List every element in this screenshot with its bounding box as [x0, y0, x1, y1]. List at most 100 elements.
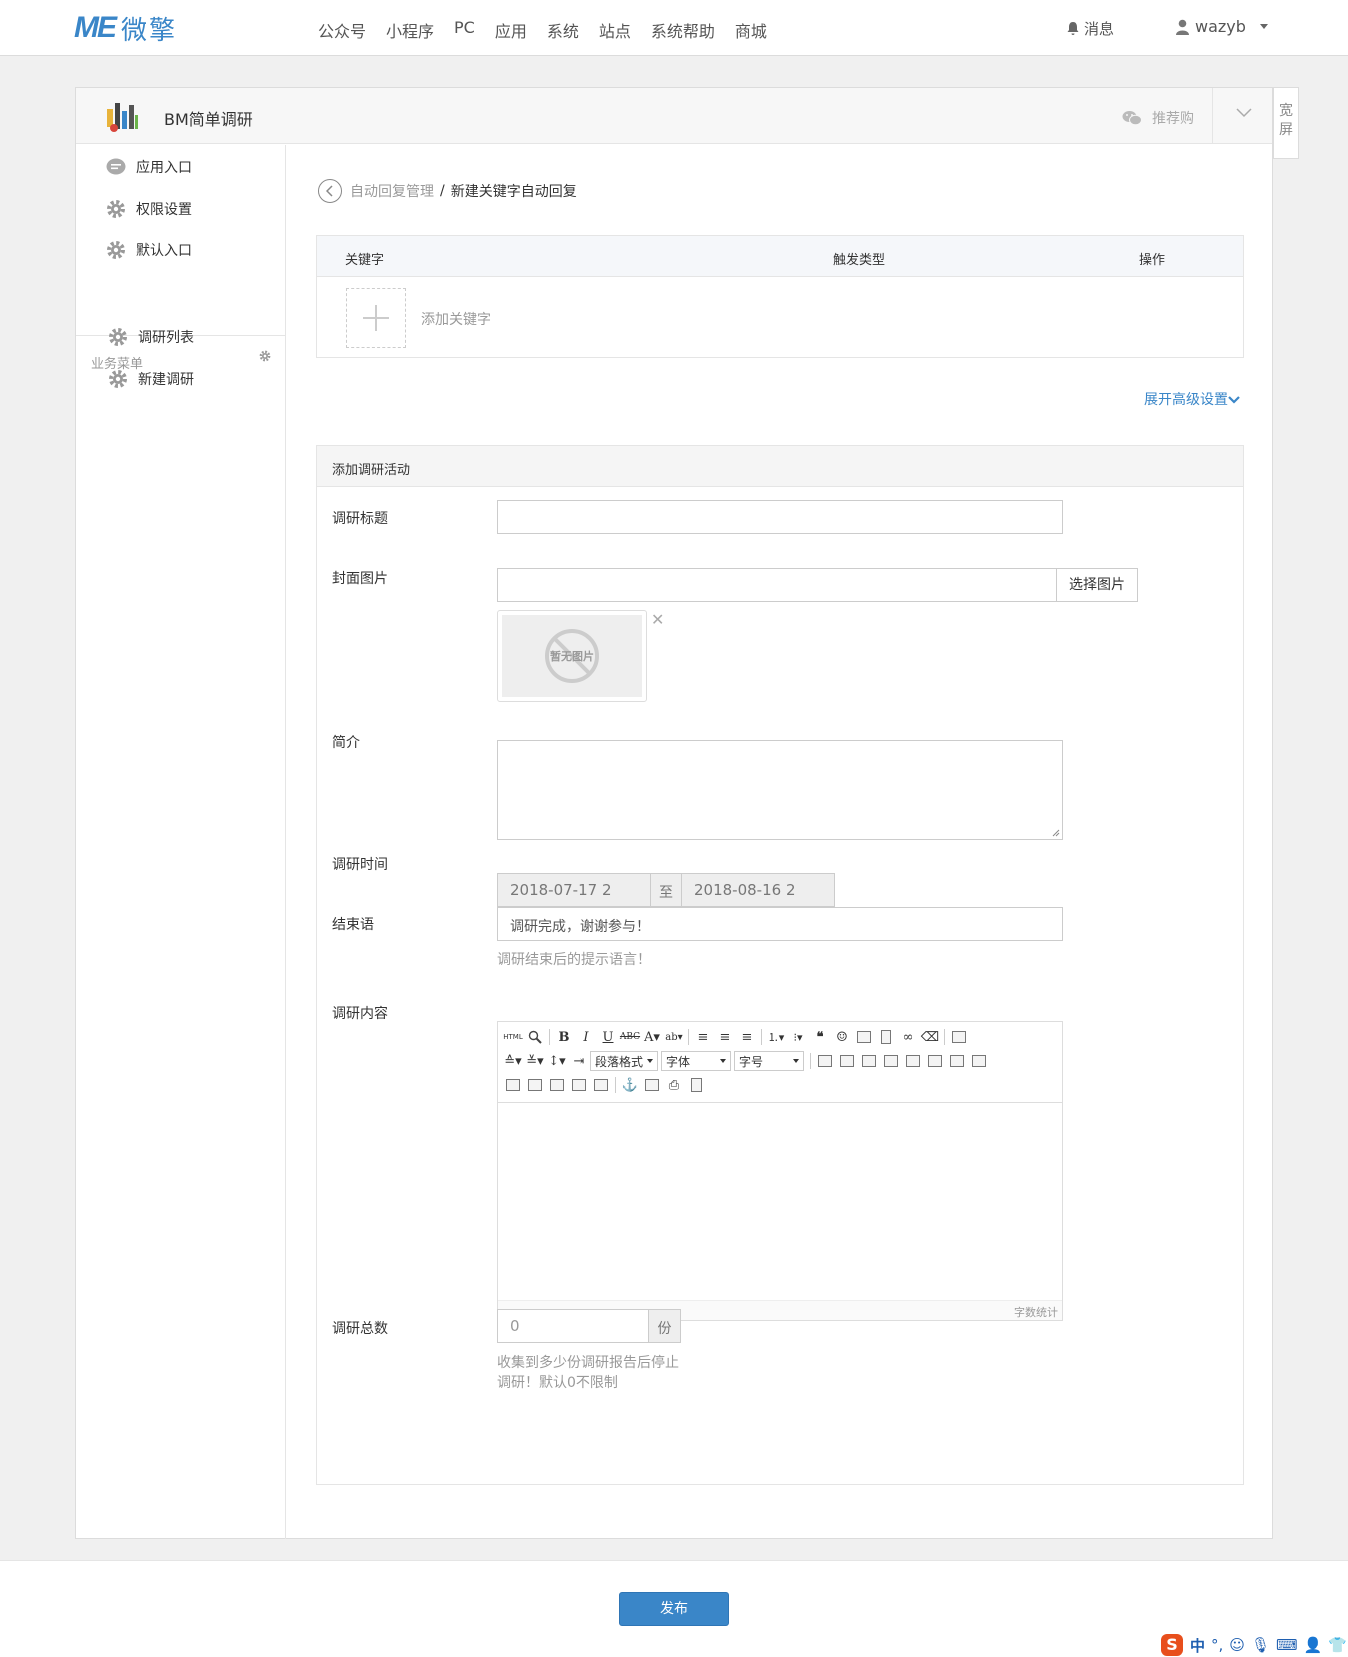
add-keyword-label[interactable]: 添加关键字	[421, 309, 491, 329]
survey-total-input[interactable]: 0	[498, 1310, 648, 1342]
split-cells-icon[interactable]	[546, 1075, 568, 1095]
resize-handle-icon[interactable]	[1052, 829, 1060, 837]
link-icon[interactable]: ∞	[897, 1027, 919, 1047]
user-icon	[1176, 19, 1189, 35]
nav-mall[interactable]: 商城	[735, 18, 767, 42]
strikethrough-icon[interactable]: ABC	[619, 1027, 641, 1047]
caret-down-icon	[1259, 24, 1268, 29]
choose-image-button[interactable]: 选择图片	[1056, 568, 1138, 602]
nav-sites[interactable]: 站点	[599, 18, 631, 42]
font-color-icon[interactable]: A▾	[641, 1027, 663, 1047]
user-icon[interactable]: 👤	[1304, 1636, 1323, 1654]
paste-icon[interactable]	[685, 1075, 707, 1095]
unordered-list-icon[interactable]: ⁝▾	[787, 1027, 809, 1047]
logo[interactable]: ME 微擎	[74, 11, 177, 46]
delete-table-icon[interactable]	[836, 1051, 858, 1071]
background-color-icon[interactable]: ab▾	[663, 1027, 685, 1047]
keyboard-icon[interactable]: ⌨	[1276, 1636, 1298, 1654]
row-spacing-top-icon[interactable]: ≙▾	[502, 1051, 524, 1071]
toolbar-separator	[761, 1029, 762, 1045]
align-center-icon[interactable]: ≡	[714, 1027, 736, 1047]
sidebar-item-default-entry[interactable]: 默认入口	[106, 240, 192, 260]
blockquote-icon[interactable]: ❝	[809, 1027, 831, 1047]
bold-icon[interactable]: B	[553, 1027, 575, 1047]
gear-icon	[109, 328, 127, 346]
chevron-down-icon[interactable]	[1235, 106, 1253, 118]
messages-link[interactable]: 消息	[1066, 18, 1114, 39]
close-icon[interactable]: ✕	[651, 610, 664, 629]
merge-down-icon[interactable]	[524, 1075, 546, 1095]
merge-right-icon[interactable]	[502, 1075, 524, 1095]
ime-logo[interactable]: S	[1161, 1634, 1183, 1656]
preview-icon[interactable]	[524, 1027, 546, 1047]
intro-textarea[interactable]	[497, 740, 1063, 840]
expand-advanced-link[interactable]: 展开高级设置	[1144, 389, 1240, 409]
split-columns-icon[interactable]	[590, 1075, 612, 1095]
microphone-icon[interactable]: 🎙	[1251, 1636, 1270, 1654]
ime-punctuation[interactable]: °,	[1211, 1636, 1223, 1654]
recommend-link[interactable]: 推荐购	[1122, 108, 1194, 128]
sidebar-item-app-entry[interactable]: 应用入口	[106, 157, 192, 177]
anchor-icon[interactable]: ⚓	[619, 1075, 641, 1095]
image-icon[interactable]	[853, 1027, 875, 1047]
ordered-list-icon[interactable]: ⒈▾	[765, 1027, 787, 1047]
sidebar-item-new-survey[interactable]: 新建调研	[108, 369, 194, 389]
align-left-icon[interactable]: ≡	[692, 1027, 714, 1047]
gear-icon[interactable]	[259, 350, 271, 362]
editor-content-area[interactable]	[498, 1103, 1062, 1293]
video-icon[interactable]	[875, 1027, 897, 1047]
survey-total-help-1: 收集到多少份调研报告后停止	[497, 1355, 679, 1371]
eraser-icon[interactable]: ⌫	[919, 1027, 941, 1047]
insert-row-icon[interactable]	[880, 1051, 902, 1071]
user-menu[interactable]: wazyb	[1176, 17, 1268, 36]
nav-system[interactable]: 系统	[547, 18, 579, 42]
label-ending-message: 结束语	[332, 917, 374, 933]
publish-button[interactable]: 发布	[619, 1592, 729, 1626]
line-height-icon[interactable]: ↕▾	[546, 1051, 568, 1071]
skin-icon[interactable]: 👕	[1328, 1636, 1347, 1654]
print-icon[interactable]: ⎙	[663, 1075, 685, 1095]
back-button[interactable]	[318, 179, 342, 203]
nav-mini-program[interactable]: 小程序	[386, 18, 434, 42]
split-rows-icon[interactable]	[568, 1075, 590, 1095]
italic-icon[interactable]: I	[575, 1027, 597, 1047]
nav-pc[interactable]: PC	[454, 18, 475, 42]
sidebar-item-label: 新建调研	[138, 372, 194, 388]
add-keyword-button[interactable]	[346, 288, 406, 348]
nav-apps[interactable]: 应用	[495, 18, 527, 42]
insert-table-icon[interactable]	[814, 1051, 836, 1071]
fullscreen-icon[interactable]	[948, 1027, 970, 1047]
insert-column-icon[interactable]	[924, 1051, 946, 1071]
date-range-picker[interactable]: 2018-07-17 2 至 2018-08-16 2	[497, 873, 835, 907]
underline-icon[interactable]: U	[597, 1027, 619, 1047]
paragraph-format-select[interactable]: 段落格式	[590, 1051, 658, 1071]
bottom-action-bar: 发布	[0, 1560, 1348, 1657]
breadcrumb-parent[interactable]: 自动回复管理	[350, 181, 434, 201]
date-end[interactable]: 2018-08-16 2	[682, 874, 834, 906]
indent-icon[interactable]: ⇥	[568, 1051, 590, 1071]
emoji-icon[interactable]: ☺	[831, 1027, 853, 1047]
sidebar-item-survey-list[interactable]: 调研列表	[108, 327, 194, 347]
ending-message-input[interactable]: 调研完成，谢谢参与！	[497, 907, 1063, 941]
font-size-select[interactable]: 字号	[734, 1051, 804, 1071]
insert-paragraph-before-table-icon[interactable]	[858, 1051, 880, 1071]
nav-official-account[interactable]: 公众号	[318, 18, 366, 42]
survey-title-input[interactable]	[497, 500, 1063, 534]
sidebar: 应用入口 权限设置 默认入口 业务菜单 调研列表 新建调研	[76, 145, 286, 1539]
font-family-select[interactable]: 字体	[661, 1051, 731, 1071]
label-survey-total: 调研总数	[332, 1321, 388, 1337]
wide-screen-toggle[interactable]: 宽 屏	[1273, 87, 1299, 159]
align-right-icon[interactable]: ≡	[736, 1027, 758, 1047]
ime-mode[interactable]: 中	[1190, 1635, 1205, 1656]
delete-row-icon[interactable]	[902, 1051, 924, 1071]
date-start[interactable]: 2018-07-17 2	[498, 874, 650, 906]
nav-system-help[interactable]: 系统帮助	[651, 18, 715, 42]
row-spacing-bottom-icon[interactable]: ≚▾	[524, 1051, 546, 1071]
template-icon[interactable]	[641, 1075, 663, 1095]
emoji-icon[interactable]: ☺	[1229, 1636, 1245, 1654]
merge-cells-icon[interactable]	[968, 1051, 990, 1071]
html-source-button[interactable]: HTML	[502, 1027, 524, 1047]
delete-column-icon[interactable]	[946, 1051, 968, 1071]
cover-image-input[interactable]	[497, 568, 1057, 602]
sidebar-item-permissions[interactable]: 权限设置	[106, 199, 192, 219]
